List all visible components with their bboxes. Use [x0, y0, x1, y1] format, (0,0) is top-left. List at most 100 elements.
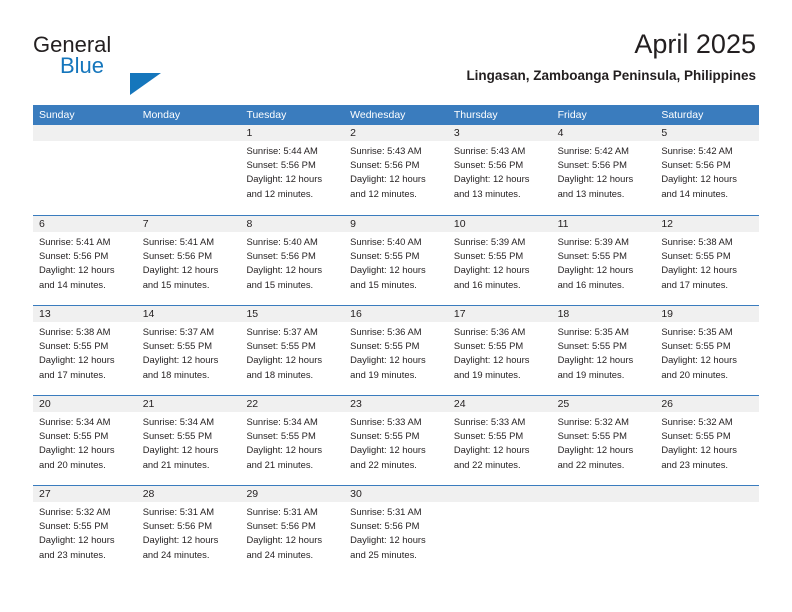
day-detail-line: Sunset: 5:55 PM	[142, 430, 213, 442]
day-detail-line: Sunrise: 5:38 AM	[39, 326, 111, 337]
day-detail-line: Sunrise: 5:31 AM	[246, 506, 318, 517]
day-cell-15[interactable]: 15 Sunrise: 5:37 AM Sunset: 5:55 PM Dayligh…	[240, 306, 345, 395]
day-detail-line: Sunrise: 5:35 AM	[557, 326, 629, 337]
day-cell-28[interactable]: 28 Sunrise: 5:31 AM Sunset: 5:56 PM Dayligh…	[136, 486, 241, 575]
day-detail-line: and 23 minutes.	[661, 458, 729, 470]
day-detail-line: Daylight: 12 hours	[350, 354, 426, 366]
day-cell-10[interactable]: 10 Sunrise: 5:39 AM Sunset: 5:55 PM Dayligh…	[447, 216, 552, 305]
calendar-week-row: 1 Sunrise: 5:44 AM Sunset: 5:56 PM Daylight…	[33, 125, 760, 215]
calendar-week-row: 13 Sunrise: 5:38 AM Sunset: 5:55 PM Dayligh…	[33, 305, 760, 395]
day-detail-line: Sunset: 5:56 PM	[453, 159, 524, 171]
day-number: 24	[447, 396, 552, 412]
day-details: Sunrise: 5:32 AM Sunset: 5:55 PM Daylight:…	[655, 412, 759, 472]
day-details: Sunrise: 5:41 AM Sunset: 5:56 PM Daylight:…	[33, 232, 137, 292]
day-cell-21[interactable]: 21 Sunrise: 5:34 AM Sunset: 5:55 PM Dayligh…	[136, 396, 241, 485]
day-detail-line: and 14 minutes.	[661, 187, 729, 199]
day-detail-line: Daylight: 12 hours	[453, 444, 530, 456]
day-detail-line: Sunrise: 5:39 AM	[557, 236, 629, 247]
day-detail-line: Sunset: 5:56 PM	[246, 520, 316, 532]
day-cell-4[interactable]: 4 Sunrise: 5:42 AM Sunset: 5:56 PM Daylight…	[551, 125, 656, 215]
day-detail-line: Sunrise: 5:41 AM	[142, 236, 215, 247]
day-cell-1[interactable]: 1 Sunrise: 5:44 AM Sunset: 5:56 PM Daylight…	[240, 125, 345, 215]
day-details	[655, 502, 759, 505]
day-cell-6[interactable]: 6 Sunrise: 5:41 AM Sunset: 5:56 PM Daylight…	[33, 216, 137, 305]
day-detail-line: and 12 minutes.	[350, 187, 417, 199]
day-cell-23[interactable]: 23 Sunrise: 5:33 AM Sunset: 5:55 PM Dayligh…	[344, 396, 448, 485]
day-cell-25[interactable]: 25 Sunrise: 5:32 AM Sunset: 5:55 PM Dayligh…	[551, 396, 656, 485]
day-cell-5[interactable]: 5 Sunrise: 5:42 AM Sunset: 5:56 PM Daylight…	[655, 125, 760, 215]
day-number: 29	[240, 486, 345, 502]
day-detail-line: and 21 minutes.	[246, 458, 314, 470]
day-details: Sunrise: 5:34 AM Sunset: 5:55 PM Daylight:…	[240, 412, 344, 472]
day-detail-line: and 15 minutes.	[350, 278, 417, 290]
day-detail-line: Daylight: 12 hours	[453, 264, 530, 276]
day-detail-line: and 13 minutes.	[557, 187, 625, 199]
day-cell-18[interactable]: 18 Sunrise: 5:35 AM Sunset: 5:55 PM Dayligh…	[551, 306, 656, 395]
day-cell-8[interactable]: 8 Sunrise: 5:40 AM Sunset: 5:56 PM Daylight…	[240, 216, 345, 305]
day-detail-line: Sunrise: 5:32 AM	[39, 506, 111, 517]
day-number: 23	[344, 396, 448, 412]
day-detail-line: Daylight: 12 hours	[557, 444, 634, 456]
day-detail-line: and 20 minutes.	[661, 368, 729, 380]
weekday-header-wednesday: Wednesday	[350, 109, 406, 121]
day-cell-11[interactable]: 11 Sunrise: 5:39 AM Sunset: 5:55 PM Dayligh…	[551, 216, 656, 305]
day-cell-empty	[136, 125, 241, 215]
logo-text-blue: Blue	[60, 53, 105, 78]
day-detail-line: Sunrise: 5:38 AM	[661, 236, 733, 247]
day-detail-line: Daylight: 12 hours	[39, 534, 115, 546]
day-number: 5	[655, 125, 760, 141]
day-detail-line: Daylight: 12 hours	[39, 444, 115, 456]
day-cell-22[interactable]: 22 Sunrise: 5:34 AM Sunset: 5:55 PM Dayligh…	[240, 396, 345, 485]
day-detail-line: Daylight: 12 hours	[350, 534, 426, 546]
day-detail-line: Sunrise: 5:33 AM	[350, 416, 422, 427]
day-detail-line: Sunrise: 5:39 AM	[453, 236, 526, 247]
day-details: Sunrise: 5:32 AM Sunset: 5:55 PM Daylight:…	[552, 412, 656, 472]
day-number: 12	[655, 216, 760, 232]
day-detail-line: Sunset: 5:55 PM	[557, 340, 627, 352]
day-cell-20[interactable]: 20 Sunrise: 5:34 AM Sunset: 5:55 PM Dayligh…	[33, 396, 137, 485]
day-detail-line: Sunrise: 5:34 AM	[39, 416, 111, 427]
day-cell-24[interactable]: 24 Sunrise: 5:33 AM Sunset: 5:55 PM Dayligh…	[447, 396, 552, 485]
day-detail-line: Sunset: 5:55 PM	[350, 250, 420, 262]
day-detail-line: Sunset: 5:56 PM	[557, 159, 627, 171]
page-header: General Blue April 2025 Lingasan, Zamboa…	[0, 0, 792, 100]
day-detail-line: Sunrise: 5:43 AM	[453, 145, 526, 156]
day-cell-13[interactable]: 13 Sunrise: 5:38 AM Sunset: 5:55 PM Dayligh…	[33, 306, 137, 395]
day-detail-line: Daylight: 12 hours	[557, 264, 634, 276]
day-details	[448, 502, 552, 505]
day-details: Sunrise: 5:31 AM Sunset: 5:56 PM Daylight:…	[240, 502, 344, 562]
day-detail-line: Daylight: 12 hours	[246, 444, 323, 456]
day-detail-line: Daylight: 12 hours	[246, 264, 323, 276]
day-detail-line: Sunset: 5:55 PM	[39, 430, 109, 442]
day-detail-line: and 25 minutes.	[350, 548, 417, 560]
day-details	[137, 141, 241, 144]
day-number: 11	[551, 216, 656, 232]
day-detail-line: Sunrise: 5:40 AM	[246, 236, 318, 247]
day-detail-line: and 13 minutes.	[453, 187, 521, 199]
day-cell-27[interactable]: 27 Sunrise: 5:32 AM Sunset: 5:55 PM Dayligh…	[33, 486, 137, 575]
day-cell-9[interactable]: 9 Sunrise: 5:40 AM Sunset: 5:55 PM Daylight…	[344, 216, 448, 305]
day-detail-line: and 17 minutes.	[661, 278, 729, 290]
day-details: Sunrise: 5:44 AM Sunset: 5:56 PM Daylight:…	[240, 141, 344, 201]
day-cell-26[interactable]: 26 Sunrise: 5:32 AM Sunset: 5:55 PM Dayligh…	[655, 396, 760, 485]
day-cell-3[interactable]: 3 Sunrise: 5:43 AM Sunset: 5:56 PM Daylight…	[447, 125, 552, 215]
day-cell-30[interactable]: 30 Sunrise: 5:31 AM Sunset: 5:56 PM Dayligh…	[344, 486, 448, 575]
day-number: 1	[240, 125, 345, 141]
day-detail-line: and 15 minutes.	[142, 278, 210, 290]
day-number	[136, 125, 241, 141]
day-cell-19[interactable]: 19 Sunrise: 5:35 AM Sunset: 5:55 PM Dayligh…	[655, 306, 760, 395]
day-details: Sunrise: 5:35 AM Sunset: 5:55 PM Daylight:…	[655, 322, 759, 382]
day-cell-12[interactable]: 12 Sunrise: 5:38 AM Sunset: 5:55 PM Dayligh…	[655, 216, 760, 305]
day-detail-line: Daylight: 12 hours	[246, 354, 323, 366]
day-details: Sunrise: 5:38 AM Sunset: 5:55 PM Daylight:…	[33, 322, 137, 382]
day-details: Sunrise: 5:37 AM Sunset: 5:55 PM Daylight:…	[240, 322, 344, 382]
day-cell-29[interactable]: 29 Sunrise: 5:31 AM Sunset: 5:56 PM Dayligh…	[240, 486, 345, 575]
day-cell-17[interactable]: 17 Sunrise: 5:36 AM Sunset: 5:55 PM Dayligh…	[447, 306, 552, 395]
day-number	[447, 486, 552, 502]
day-cell-7[interactable]: 7 Sunrise: 5:41 AM Sunset: 5:56 PM Daylight…	[136, 216, 241, 305]
day-detail-line: Sunset: 5:55 PM	[661, 430, 731, 442]
day-cell-16[interactable]: 16 Sunrise: 5:36 AM Sunset: 5:55 PM Dayligh…	[344, 306, 448, 395]
day-cell-2[interactable]: 2 Sunrise: 5:43 AM Sunset: 5:56 PM Daylight…	[344, 125, 448, 215]
day-detail-line: and 18 minutes.	[246, 368, 314, 380]
day-cell-14[interactable]: 14 Sunrise: 5:37 AM Sunset: 5:55 PM Dayligh…	[136, 306, 241, 395]
